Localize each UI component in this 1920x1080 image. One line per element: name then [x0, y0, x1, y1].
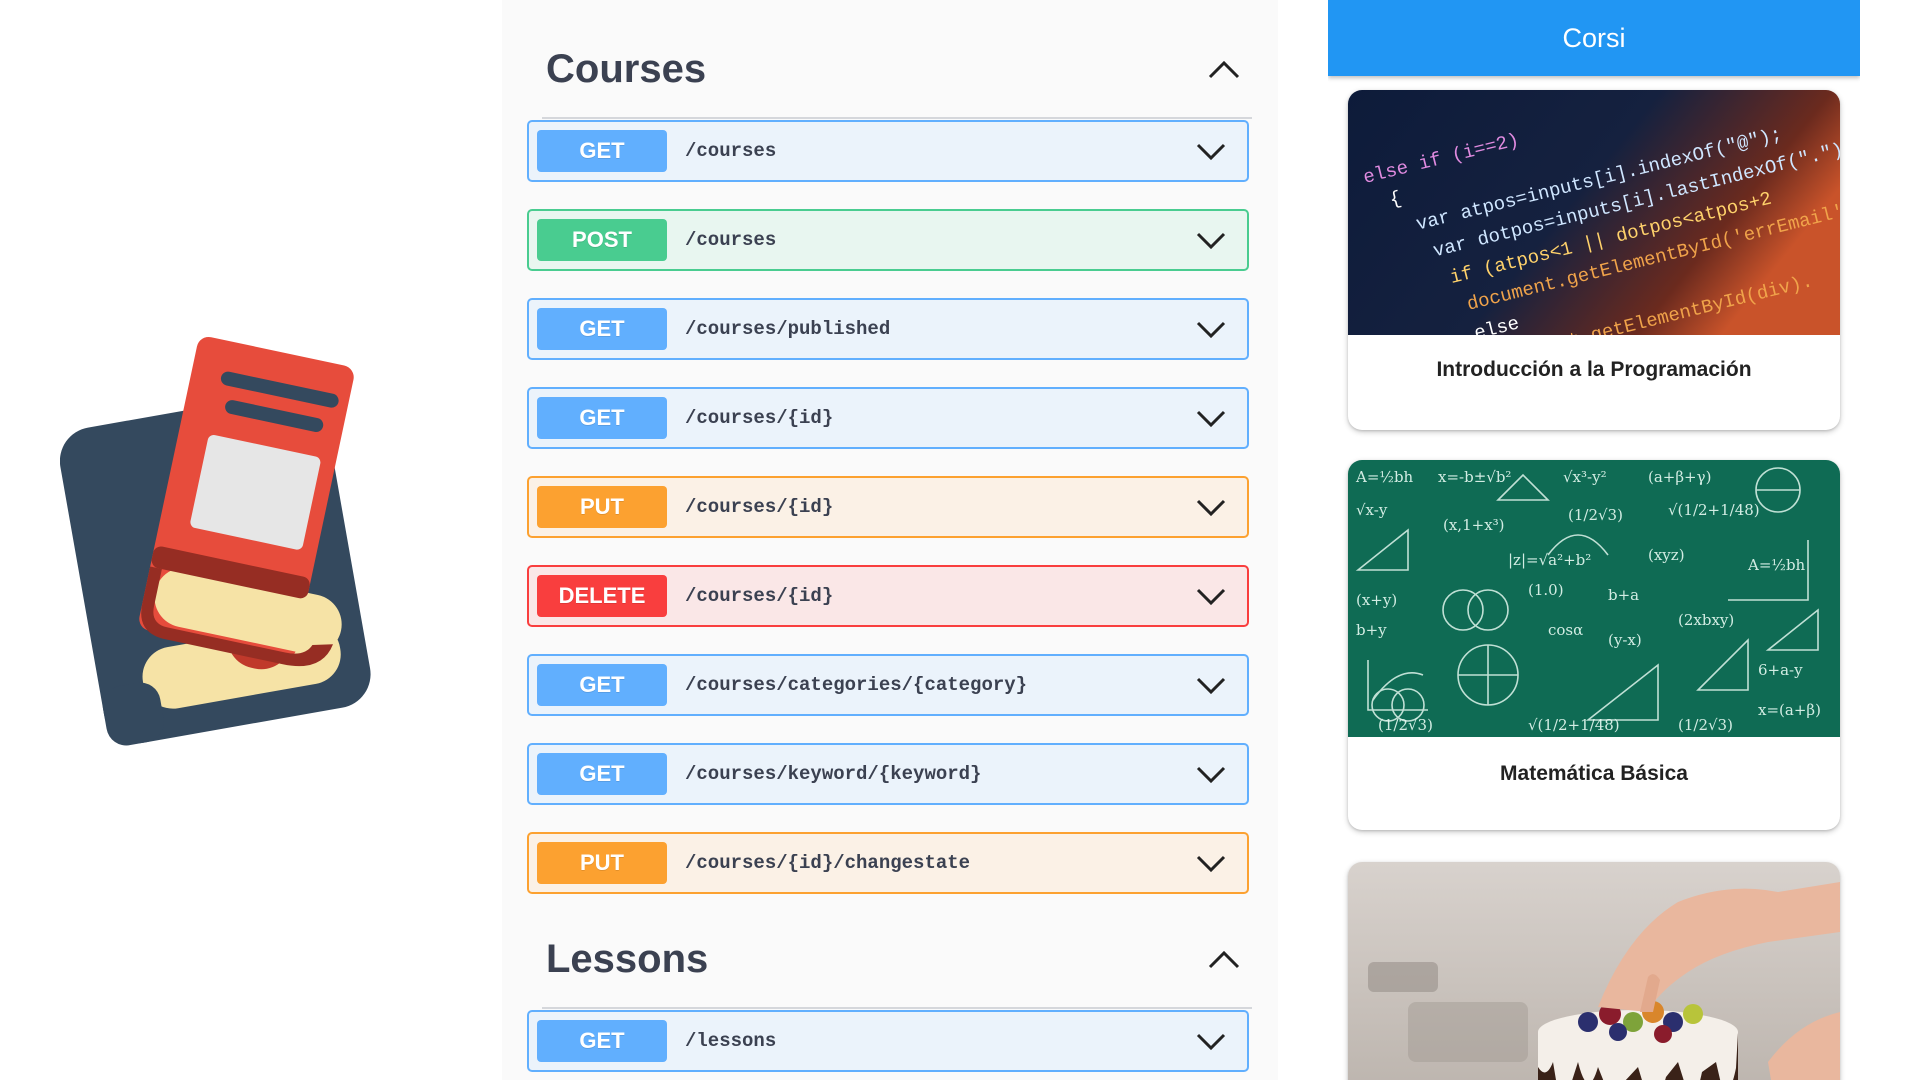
method-badge: GET	[537, 664, 667, 706]
svg-text:(x,1+x³): (x,1+x³)	[1443, 516, 1505, 534]
swagger-panel: Courses GET /courses POST /courses GET /…	[502, 0, 1278, 1080]
section-title: Courses	[546, 47, 707, 91]
svg-text:|z|=√a²+b²: |z|=√a²+b²	[1508, 551, 1591, 569]
expand-button[interactable]	[1189, 752, 1233, 796]
svg-text:√x³-y²: √x³-y²	[1563, 468, 1607, 486]
endpoint-path: /courses	[685, 140, 777, 162]
svg-text:(1/2√3): (1/2√3)	[1678, 716, 1733, 734]
chevron-down-icon	[1196, 1033, 1226, 1051]
method-badge: POST	[537, 219, 667, 261]
expand-button[interactable]	[1189, 218, 1233, 262]
svg-text:(1.0): (1.0)	[1528, 581, 1564, 599]
chevron-down-icon	[1196, 588, 1226, 606]
code-screen-image: else if (i==2) { var atpos=inputs[i].ind…	[1348, 90, 1840, 335]
expand-button[interactable]	[1189, 841, 1233, 885]
endpoint-path: /courses/keyword/{keyword}	[685, 763, 982, 785]
section-title: Lessons	[546, 937, 709, 981]
cake-decorating-image	[1348, 862, 1840, 1080]
course-card[interactable]	[1348, 862, 1840, 1080]
expand-button[interactable]	[1189, 307, 1233, 351]
endpoint-path: /courses/categories/{category}	[685, 674, 1028, 696]
expand-button[interactable]	[1189, 663, 1233, 707]
svg-text:b+a: b+a	[1608, 586, 1639, 604]
app-bar: Corsi	[1328, 0, 1860, 76]
operation-get-lessons[interactable]: GET /lessons	[527, 1010, 1249, 1072]
chevron-down-icon	[1196, 143, 1226, 161]
svg-text:x=(a+β): x=(a+β)	[1758, 701, 1821, 719]
chevron-down-icon	[1196, 410, 1226, 428]
chevron-down-icon	[1196, 321, 1226, 339]
endpoint-path: /courses	[685, 229, 777, 251]
svg-text:cosα: cosα	[1548, 621, 1583, 639]
operation-put-course-changestate[interactable]: PUT /courses/{id}/changestate	[527, 832, 1249, 894]
method-badge: GET	[537, 1020, 667, 1062]
course-card[interactable]: A=½bh x=-b±√b² √x³-y² (a+β+γ) √x-y (x,1+x³) (…	[1348, 460, 1840, 830]
books-logo	[60, 336, 371, 746]
svg-text:(1/2√3): (1/2√3)	[1568, 506, 1623, 524]
method-badge: GET	[537, 397, 667, 439]
chevron-down-icon	[1196, 232, 1226, 250]
chevron-down-icon	[1196, 766, 1226, 784]
chevron-up-icon	[1208, 60, 1240, 78]
course-title: Matemática Básica	[1500, 762, 1688, 785]
operation-post-courses[interactable]: POST /courses	[527, 209, 1249, 271]
expand-button[interactable]	[1189, 485, 1233, 529]
course-card[interactable]: else if (i==2) { var atpos=inputs[i].ind…	[1348, 90, 1840, 430]
svg-text:√(1/2+1/48): √(1/2+1/48)	[1528, 716, 1620, 734]
svg-text:√x-y: √x-y	[1356, 501, 1388, 519]
method-badge: GET	[537, 753, 667, 795]
endpoint-path: /courses/published	[685, 318, 891, 340]
chevron-down-icon	[1196, 499, 1226, 517]
method-badge: GET	[537, 130, 667, 172]
expand-button[interactable]	[1189, 1019, 1233, 1063]
mobile-app-screen: Corsi else if (i==2) { var atpos=inputs[…	[1328, 0, 1860, 1080]
chevron-down-icon	[1196, 855, 1226, 873]
chalkboard-math-image: A=½bh x=-b±√b² √x³-y² (a+β+γ) √x-y (x,1+x³) (…	[1348, 460, 1840, 737]
method-badge: GET	[537, 308, 667, 350]
svg-text:(xyz): (xyz)	[1648, 546, 1685, 564]
endpoint-path: /courses/{id}	[685, 496, 834, 518]
svg-text:b+y: b+y	[1356, 621, 1387, 639]
chevron-up-icon	[1208, 950, 1240, 968]
operation-delete-course-by-id[interactable]: DELETE /courses/{id}	[527, 565, 1249, 627]
svg-text:A=½bh: A=½bh	[1747, 556, 1806, 574]
expand-button[interactable]	[1189, 129, 1233, 173]
expand-button[interactable]	[1189, 574, 1233, 618]
operation-get-course-by-id[interactable]: GET /courses/{id}	[527, 387, 1249, 449]
endpoint-path: /courses/{id}	[685, 407, 834, 429]
courses-section-header[interactable]: Courses	[542, 22, 1252, 119]
svg-text:(a+β+γ): (a+β+γ)	[1648, 468, 1711, 486]
operation-get-courses-by-keyword[interactable]: GET /courses/keyword/{keyword}	[527, 743, 1249, 805]
method-badge: PUT	[537, 486, 667, 528]
endpoint-path: /lessons	[685, 1030, 777, 1052]
operation-get-courses-published[interactable]: GET /courses/published	[527, 298, 1249, 360]
svg-text:(x+y): (x+y)	[1356, 591, 1397, 609]
svg-text:(2xbxy): (2xbxy)	[1678, 611, 1734, 629]
lessons-section-header[interactable]: Lessons	[542, 912, 1252, 1009]
svg-text:(1/2√3): (1/2√3)	[1378, 716, 1433, 734]
expand-button[interactable]	[1189, 396, 1233, 440]
method-badge: PUT	[537, 842, 667, 884]
svg-text:6+a-y: 6+a-y	[1758, 661, 1803, 679]
operation-get-courses-by-category[interactable]: GET /courses/categories/{category}	[527, 654, 1249, 716]
method-badge: DELETE	[537, 575, 667, 617]
svg-text:x=-b±√b²: x=-b±√b²	[1438, 468, 1511, 486]
chevron-down-icon	[1196, 677, 1226, 695]
operation-get-courses[interactable]: GET /courses	[527, 120, 1249, 182]
app-bar-title: Corsi	[1562, 22, 1626, 53]
svg-text:√(1/2+1/48): √(1/2+1/48)	[1668, 501, 1760, 519]
collapse-button[interactable]	[1200, 46, 1248, 94]
endpoint-path: /courses/{id}/changestate	[685, 852, 971, 874]
svg-text:(y-x): (y-x)	[1608, 631, 1642, 649]
collapse-button[interactable]	[1200, 936, 1248, 984]
endpoint-path: /courses/{id}	[685, 585, 834, 607]
operation-put-course-by-id[interactable]: PUT /courses/{id}	[527, 476, 1249, 538]
course-title: Introducción a la Programación	[1436, 358, 1752, 381]
svg-text:A=½bh: A=½bh	[1355, 468, 1414, 486]
